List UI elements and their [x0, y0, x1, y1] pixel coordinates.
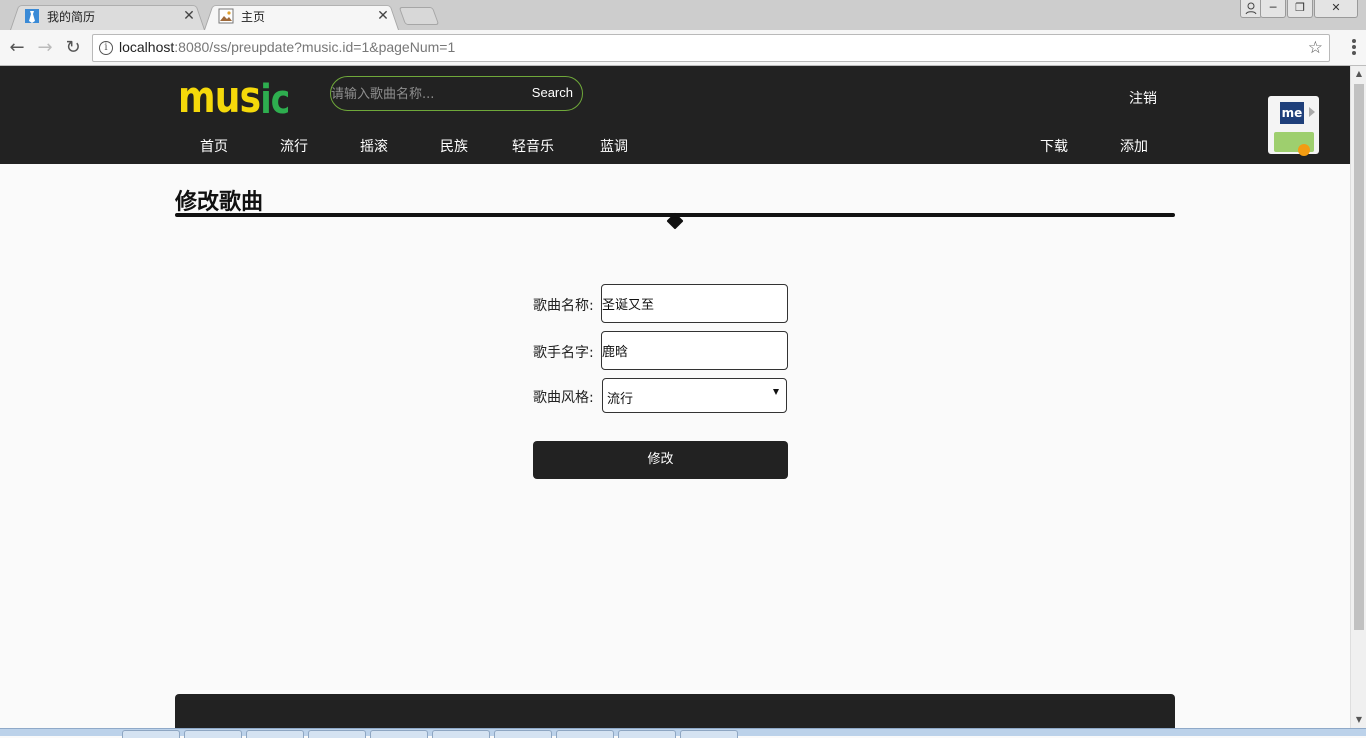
nav-blues[interactable]: 蓝调 [600, 136, 628, 156]
tab-close-icon[interactable]: ✕ [181, 8, 197, 24]
page-title: 修改歌曲 [175, 190, 264, 215]
image-favicon-icon [218, 8, 234, 24]
update-button[interactable]: 修改 [533, 441, 788, 479]
genre-label: 歌曲风格: [533, 390, 594, 406]
dropdown-caret-icon [773, 389, 779, 395]
song-name-label: 歌曲名称: [533, 298, 594, 314]
logo-letter: u [214, 72, 241, 123]
logo-letter: s [239, 72, 261, 123]
taskbar-item[interactable] [184, 730, 242, 738]
browser-tab-resume[interactable]: 我的简历 ✕ [10, 2, 205, 30]
address-url[interactable]: localhost:8080/ss/preupdate?music.id=1&p… [119, 39, 455, 55]
singer-label: 歌手名字: [533, 345, 594, 361]
reload-icon[interactable]: ↻ [62, 37, 84, 59]
site-logo[interactable]: music [178, 72, 290, 123]
browser-menu-icon[interactable] [1352, 39, 1356, 57]
taskbar-item[interactable] [432, 730, 490, 738]
taskbar-item[interactable] [680, 730, 738, 738]
browser-toolbar: ← → ↻ i localhost:8080/ss/preupdate?musi… [0, 30, 1366, 66]
address-bar[interactable]: i localhost:8080/ss/preupdate?music.id=1… [92, 34, 1330, 62]
user-icon [1245, 2, 1257, 15]
nav-pop[interactable]: 流行 [280, 136, 308, 156]
badge-icon [1298, 144, 1310, 156]
user-profile-button[interactable] [1240, 0, 1262, 18]
tab-title: 主页 [241, 9, 266, 24]
scroll-up-icon[interactable]: ▲ [1351, 66, 1366, 82]
nav-folk[interactable]: 民族 [440, 136, 468, 156]
taskbar-item[interactable] [494, 730, 552, 738]
nav-light-music[interactable]: 轻音乐 [512, 136, 554, 156]
taskbar-item[interactable] [308, 730, 366, 738]
site-footer [175, 694, 1175, 728]
nav-download[interactable]: 下载 [1040, 136, 1068, 156]
page-scrollbar[interactable]: ▲ ▼ [1350, 66, 1366, 728]
restore-button[interactable]: ❐ [1287, 0, 1313, 18]
logo-letter: i [260, 77, 271, 123]
tab-close-icon[interactable]: ✕ [375, 8, 391, 24]
forward-icon[interactable]: → [34, 37, 56, 59]
tie-favicon-icon [25, 9, 39, 23]
taskbar-item[interactable] [246, 730, 304, 738]
taskbar-item[interactable] [370, 730, 428, 738]
nav-home[interactable]: 首页 [200, 136, 228, 156]
scrollbar-thumb[interactable] [1354, 84, 1364, 630]
taskbar-item[interactable] [556, 730, 614, 738]
nav-rock[interactable]: 摇滚 [360, 136, 388, 156]
singer-input[interactable] [601, 331, 788, 370]
taskbar-item[interactable] [618, 730, 676, 738]
search-button[interactable]: Search [532, 85, 573, 100]
back-icon[interactable]: ← [6, 37, 28, 59]
search-input[interactable] [331, 85, 511, 103]
scroll-down-icon[interactable]: ▼ [1351, 712, 1366, 728]
site-header: music Search 注销 首页 流行 摇滚 民族 轻音乐 蓝调 下载 添加… [0, 66, 1350, 164]
nav-add[interactable]: 添加 [1120, 136, 1148, 156]
arrow-right-icon [1309, 107, 1315, 117]
genre-select[interactable]: 流行 [602, 378, 787, 413]
search-box: Search [330, 76, 583, 111]
logo-letter: c [270, 77, 290, 123]
minimize-button[interactable]: ─ [1260, 0, 1286, 18]
page-viewport: music Search 注销 首页 流行 摇滚 民族 轻音乐 蓝调 下载 添加… [0, 66, 1350, 728]
bookmark-star-icon[interactable]: ☆ [1308, 38, 1323, 58]
logout-link[interactable]: 注销 [1129, 88, 1157, 108]
new-tab-button[interactable] [398, 7, 440, 25]
tab-title: 我的简历 [47, 9, 96, 24]
extension-widget[interactable]: me [1268, 96, 1319, 156]
taskbar-item[interactable] [122, 730, 180, 738]
close-window-button[interactable]: ✕ [1314, 0, 1358, 18]
url-host: localhost [119, 39, 175, 55]
song-name-input[interactable] [601, 284, 788, 323]
genre-selected-value: 流行 [607, 392, 634, 407]
site-info-icon[interactable]: i [99, 41, 113, 55]
browser-tab-strip: 我的简历 ✕ 主页 ✕ ─ ❐ ✕ [0, 0, 1366, 30]
url-path: :8080/ss/preupdate?music.id=1&pageNum=1 [174, 39, 456, 55]
browser-tab-home[interactable]: 主页 ✕ [204, 2, 399, 30]
os-taskbar [0, 728, 1366, 738]
me-logo-icon: me [1280, 102, 1304, 124]
logo-letter: m [178, 72, 216, 123]
